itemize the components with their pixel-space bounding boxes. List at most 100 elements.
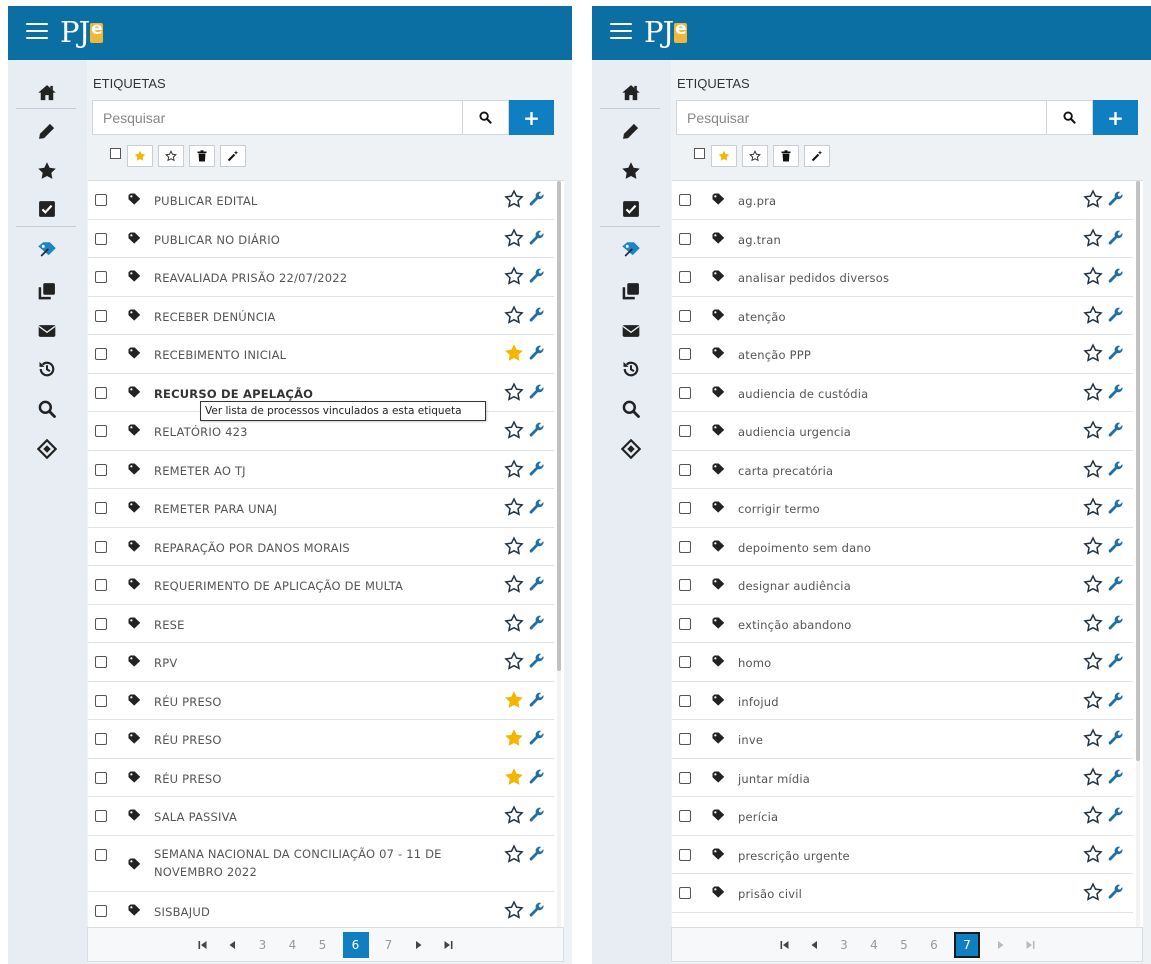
wrench-icon[interactable] [528,901,546,919]
pager-page[interactable]: 3 [834,932,854,958]
nav-pencil[interactable] [34,118,60,144]
row-checkbox[interactable] [95,694,107,707]
star-outline-icon[interactable] [1083,189,1103,209]
star-outline-icon[interactable] [1083,535,1103,556]
star-outline-icon[interactable] [1083,651,1103,671]
wrench-icon[interactable] [528,729,546,747]
star-outline-icon[interactable] [504,612,524,633]
tag-label[interactable]: RÉU PRESO [154,731,222,749]
pager-page[interactable]: 4 [283,932,303,958]
wrench-icon[interactable] [528,229,546,247]
tag-label[interactable]: REAVALIADA PRISÃO 22/07/2022 [154,269,347,287]
nav-copy[interactable] [618,278,644,304]
row-checkbox[interactable] [95,771,107,784]
tag-label[interactable]: ag.pra [738,192,776,210]
tag-label[interactable]: carta precatória [738,462,833,480]
row-checkbox[interactable] [95,579,107,591]
tag-label[interactable]: SALA PASSIVA [154,808,237,826]
nav-envelope[interactable] [618,318,644,344]
tag-list-item[interactable]: analisar pedidos diversos [672,258,1133,297]
tag-list-item[interactable]: corrigir termo [672,489,1133,528]
pager-first-button[interactable] [193,932,213,958]
pager-last-button[interactable] [1020,932,1040,958]
tag-label[interactable]: SEMANA NACIONAL DA CONCILIAÇÃO 07 - 11 D… [154,845,444,881]
row-checkbox[interactable] [95,733,107,745]
tag-label[interactable]: RELATÓRIO 423 [154,423,248,441]
tag-label[interactable]: RECURSO DE APELAÇÃO [154,385,313,403]
wrench-icon[interactable] [528,768,546,786]
tag-label[interactable]: RÉU PRESO [154,693,222,711]
wrench-icon[interactable] [1107,421,1125,439]
pager-first-button[interactable] [774,932,794,958]
tag-label[interactable]: audiencia de custódia [738,385,868,403]
star-filled-icon[interactable] [504,767,524,787]
tag-label[interactable]: designar audiência [738,577,851,595]
tag-list-item[interactable]: REMETER AO TJ [88,450,554,489]
tag-list-item[interactable]: inve [672,720,1133,759]
nav-checkbox[interactable] [618,196,644,222]
star-outline-icon[interactable] [1083,574,1103,594]
row-checkbox[interactable] [95,386,107,399]
star-outline-icon[interactable] [1083,381,1103,402]
tag-label[interactable]: RESE [154,616,185,634]
tag-list-item[interactable]: perícia [672,797,1133,836]
tag-list-item[interactable]: extinção abandono [672,604,1133,643]
wrench-icon[interactable] [528,614,546,632]
star-outline-icon[interactable] [1083,343,1103,363]
tag-label[interactable]: depoimento sem dano [738,539,871,557]
wrench-icon[interactable] [1107,460,1125,478]
wrench-icon[interactable] [1107,267,1125,285]
row-checkbox[interactable] [679,425,691,437]
row-checkbox[interactable] [95,271,107,283]
wrench-icon[interactable] [528,498,546,516]
row-checkbox[interactable] [679,617,691,630]
star-outline-icon[interactable] [504,304,524,325]
tag-list-item[interactable]: SEMANA NACIONAL DA CONCILIAÇÃO 07 - 11 D… [88,835,554,892]
row-checkbox[interactable] [679,579,691,591]
tag-label[interactable]: juntar mídia [738,770,810,788]
wrench-icon[interactable] [528,691,546,709]
tag-label[interactable]: atenção [738,308,786,326]
wrench-icon[interactable] [1107,575,1125,593]
delete-button[interactable] [773,145,799,167]
pje-logo[interactable]: PJ [60,14,104,50]
pager-prev-button[interactable] [223,932,243,958]
row-checkbox[interactable] [679,386,691,399]
wrench-icon[interactable] [1107,537,1125,555]
row-checkbox[interactable] [679,771,691,784]
scrollbar[interactable] [557,181,561,935]
tag-label[interactable]: REMETER PARA UNAJ [154,500,277,518]
tag-label[interactable]: extinção abandono [738,616,851,634]
tag-list-item[interactable]: SALA PASSIVA [88,797,554,836]
star-outline-icon[interactable] [504,651,524,671]
tag-list-item[interactable]: RECEBER DENÚNCIA [88,296,554,335]
delete-button[interactable] [189,145,215,167]
tag-list-item[interactable]: prescrição urgente [672,835,1133,874]
pager-page[interactable]: 7 [379,932,399,958]
tag-list-item[interactable]: atenção [672,296,1133,335]
star-outline-icon[interactable] [1083,728,1103,748]
star-outline-icon[interactable] [504,189,524,209]
tag-list-item[interactable]: REMETER PARA UNAJ [88,489,554,528]
tag-list-item[interactable]: RÉU PRESO [88,758,554,797]
tag-list-item[interactable]: juntar mídia [672,758,1133,797]
tag-label[interactable]: PUBLICAR NO DIÁRIO [154,231,280,249]
row-checkbox[interactable] [679,271,691,283]
tag-list-item[interactable]: REPARAÇÃO POR DANOS MORAIS [88,527,554,566]
nav-pencil[interactable] [618,118,644,144]
wrench-icon[interactable] [528,306,546,324]
scrollbar-thumb[interactable] [1136,181,1140,761]
row-checkbox[interactable] [95,656,107,668]
tag-list-item[interactable]: depoimento sem dano [672,527,1133,566]
row-checkbox[interactable] [679,194,691,206]
star-outline-icon[interactable] [1083,304,1103,325]
wrench-icon[interactable] [1107,190,1125,208]
tag-list-item[interactable]: ag.tran [672,219,1133,258]
wrench-icon[interactable] [528,344,546,362]
row-checkbox[interactable] [679,733,691,745]
nav-history[interactable] [618,356,644,382]
search-button[interactable] [1046,100,1093,135]
tag-label[interactable]: inve [738,731,763,749]
star-outline-icon[interactable] [504,899,524,920]
tag-label[interactable]: homo [738,654,771,672]
